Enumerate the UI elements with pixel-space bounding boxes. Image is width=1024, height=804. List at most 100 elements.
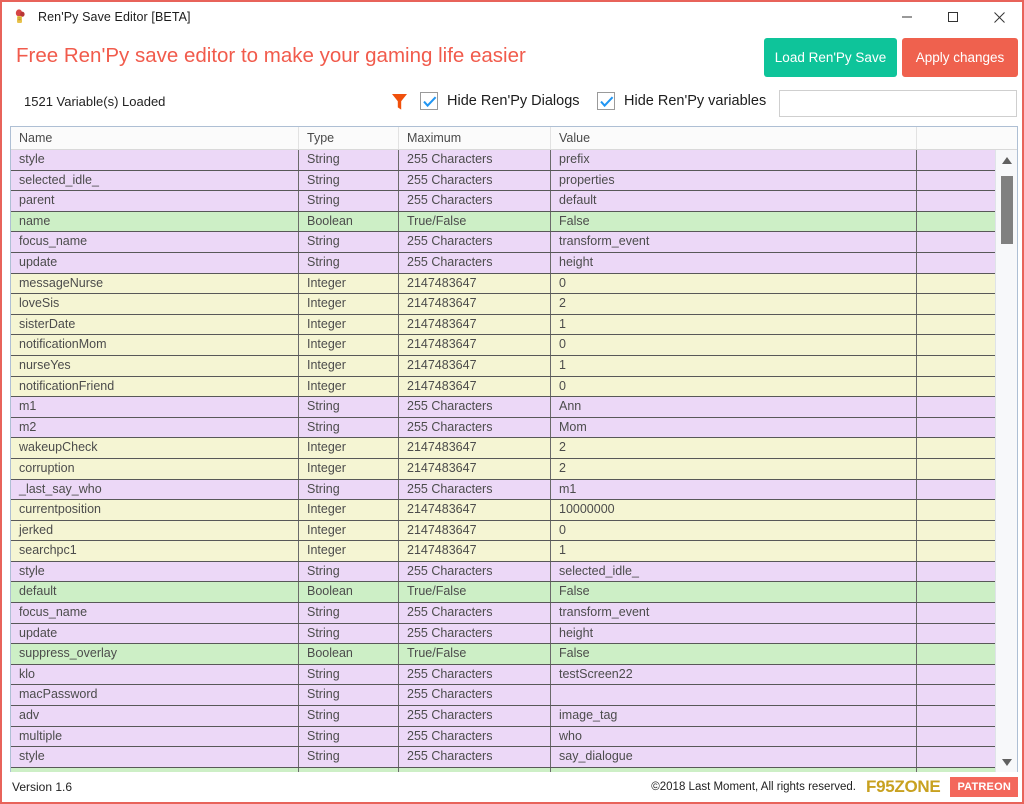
cell-maximum[interactable]: 255 Characters: [399, 170, 551, 191]
cell-name[interactable]: nurseYes: [11, 355, 299, 376]
cell-maximum[interactable]: 2147483647: [399, 294, 551, 314]
scrollbar-thumb[interactable]: [1001, 176, 1013, 244]
cell-name[interactable]: klo: [11, 664, 299, 685]
table-row[interactable]: sisterDate Integer 2147483647 1: [11, 314, 1017, 336]
cell-value[interactable]: 0: [551, 273, 917, 294]
cell-maximum[interactable]: 255 Characters: [399, 191, 551, 211]
apply-changes-button[interactable]: Apply changes: [902, 38, 1018, 77]
table-row[interactable]: loveSis Integer 2147483647 2: [11, 294, 1017, 315]
load-save-button[interactable]: Load Ren'Py Save: [764, 38, 897, 77]
cell-maximum[interactable]: 2147483647: [399, 541, 551, 561]
cell-type[interactable]: Boolean: [299, 582, 399, 603]
cell-name[interactable]: m2: [11, 417, 299, 438]
cell-maximum[interactable]: 2147483647: [399, 355, 551, 376]
cell-value[interactable]: False: [551, 211, 917, 232]
cell-extra[interactable]: [917, 274, 1002, 294]
cell-extra[interactable]: [917, 521, 1002, 541]
table-row[interactable]: messageNurse Integer 2147483647 0: [11, 273, 1017, 295]
cell-extra[interactable]: [917, 562, 1002, 582]
cell-name[interactable]: m1: [11, 397, 299, 417]
cell-extra[interactable]: [917, 315, 1002, 335]
cell-type[interactable]: Integer: [299, 335, 399, 355]
cell-maximum[interactable]: True/False: [399, 644, 551, 664]
table-row[interactable]: searchpc1 Integer 2147483647 1: [11, 541, 1017, 562]
cell-value[interactable]: height: [551, 252, 917, 273]
cell-name[interactable]: [11, 767, 299, 772]
cell-name[interactable]: style: [11, 561, 299, 582]
cell-extra[interactable]: [917, 418, 1002, 438]
minimize-icon[interactable]: [884, 2, 930, 32]
cell-value[interactable]: Mom: [551, 417, 917, 438]
cell-type[interactable]: Integer: [299, 520, 399, 541]
cell-extra[interactable]: [917, 665, 1002, 685]
cell-extra[interactable]: [917, 747, 1002, 767]
cell-name[interactable]: suppress_overlay: [11, 644, 299, 664]
cell-type[interactable]: Integer: [299, 355, 399, 376]
cell-value[interactable]: image_tag: [551, 706, 917, 726]
table-row[interactable]: m1 String 255 Characters Ann: [11, 397, 1017, 418]
cell-name[interactable]: default: [11, 582, 299, 603]
cell-extra[interactable]: [917, 541, 1002, 561]
hide-variables-checkbox[interactable]: [597, 92, 615, 110]
cell-name[interactable]: sisterDate: [11, 314, 299, 335]
cell-value[interactable]: 0: [551, 376, 917, 397]
cell-type[interactable]: Integer: [299, 273, 399, 294]
cell-type[interactable]: String: [299, 417, 399, 438]
cell-maximum[interactable]: 2147483647: [399, 314, 551, 335]
table-row[interactable]: jerked Integer 2147483647 0: [11, 520, 1017, 542]
cell-extra[interactable]: [917, 500, 1002, 520]
patreon-badge[interactable]: PATREON: [950, 777, 1018, 797]
table-row[interactable]: currentposition Integer 2147483647 10000000: [11, 500, 1017, 521]
cell-type[interactable]: Integer: [299, 438, 399, 458]
cell-maximum[interactable]: 255 Characters: [399, 397, 551, 417]
cell-maximum[interactable]: 2147483647: [399, 335, 551, 355]
cell-type[interactable]: String: [299, 479, 399, 500]
cell-maximum[interactable]: 2147483647: [399, 273, 551, 294]
cell-type[interactable]: String: [299, 664, 399, 685]
cell-extra[interactable]: [917, 603, 1002, 623]
cell-extra[interactable]: [917, 171, 1002, 191]
cell-value[interactable]: 1: [551, 314, 917, 335]
hide-dialogs-checkbox[interactable]: [420, 92, 438, 110]
cell-name[interactable]: style: [11, 747, 299, 767]
hide-dialogs-row[interactable]: Hide Ren'Py Dialogs: [420, 92, 580, 110]
column-header-name[interactable]: Name: [11, 127, 299, 149]
cell-name[interactable]: _last_say_who: [11, 479, 299, 500]
cell-extra[interactable]: [917, 438, 1002, 458]
cell-maximum[interactable]: 255 Characters: [399, 685, 551, 706]
f95zone-logo[interactable]: F95ZONE: [866, 777, 941, 797]
cell-extra[interactable]: [917, 377, 1002, 397]
cell-type[interactable]: String: [299, 747, 399, 767]
cell-name[interactable]: update: [11, 623, 299, 644]
cell-extra[interactable]: [917, 232, 1002, 252]
cell-value[interactable]: height: [551, 623, 917, 644]
table-row[interactable]: suppress_overlay Boolean True/False False: [11, 644, 1017, 665]
maximize-icon[interactable]: [930, 2, 976, 32]
cell-type[interactable]: String: [299, 252, 399, 273]
cell-maximum[interactable]: 255 Characters: [399, 623, 551, 644]
cell-maximum[interactable]: 255 Characters: [399, 726, 551, 747]
table-row[interactable]: m2 String 255 Characters Mom: [11, 417, 1017, 439]
cell-value[interactable]: prefix: [551, 150, 917, 170]
close-icon[interactable]: [976, 2, 1022, 32]
cell-value[interactable]: False: [551, 644, 917, 664]
cell-name[interactable]: focus_name: [11, 603, 299, 623]
cell-value[interactable]: who: [551, 726, 917, 747]
cell-value[interactable]: transform_event: [551, 603, 917, 623]
cell-value[interactable]: default: [551, 191, 917, 211]
cell-extra[interactable]: [917, 191, 1002, 211]
cell-name[interactable]: notificationFriend: [11, 376, 299, 397]
cell-value[interactable]: testScreen22: [551, 664, 917, 685]
table-row[interactable]: style String 255 Characters prefix: [11, 150, 1017, 171]
filter-icon[interactable]: [391, 93, 408, 111]
column-header-maximum[interactable]: Maximum: [399, 127, 551, 149]
cell-value[interactable]: 1: [551, 355, 917, 376]
cell-name[interactable]: adv: [11, 706, 299, 726]
column-header-extra[interactable]: [917, 127, 1002, 149]
table-row[interactable]: update String 255 Characters height: [11, 252, 1017, 274]
table-row[interactable]: notificationFriend Integer 2147483647 0: [11, 376, 1017, 398]
cell-maximum[interactable]: 255 Characters: [399, 664, 551, 685]
cell-type[interactable]: Boolean: [299, 211, 399, 232]
cell-maximum[interactable]: 2147483647: [399, 438, 551, 458]
cell-type[interactable]: Integer: [299, 541, 399, 561]
